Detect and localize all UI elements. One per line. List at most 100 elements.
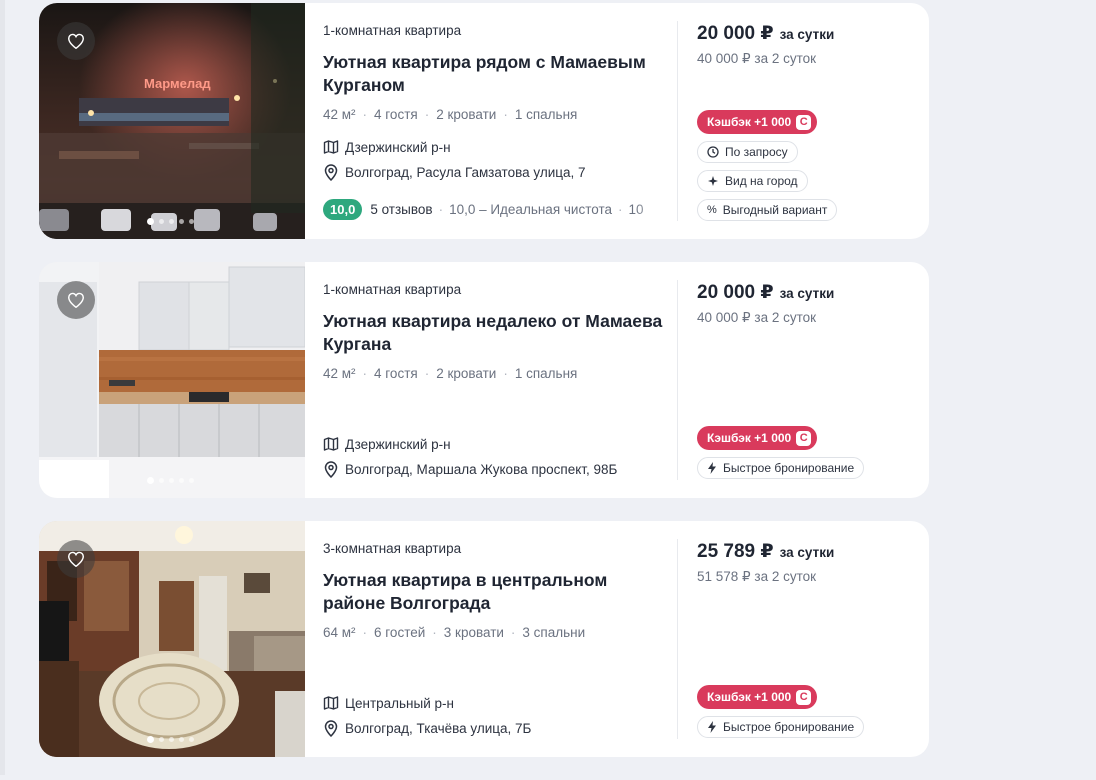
address-row: Волгоград, Маршала Жукова проспект, 98Б <box>323 461 617 478</box>
map-icon <box>323 140 339 154</box>
apartment-type: 3-комнатная квартира <box>323 541 462 556</box>
listing-photo[interactable]: Мармелад <box>39 3 305 239</box>
tag-on-request: По запросу <box>697 141 798 163</box>
pagination-dot[interactable] <box>169 737 174 742</box>
photo-sign-text: Мармелад <box>144 76 211 91</box>
price-unit: за сутки <box>779 27 835 42</box>
cashback-coin-icon: C <box>796 114 812 130</box>
separator-dot: · <box>510 625 516 640</box>
tag-label: Выгодный вариант <box>722 203 828 217</box>
photo-pagination[interactable] <box>147 218 194 225</box>
price-total: 40 000 ₽ за 2 суток <box>697 51 817 66</box>
bedrooms: 3 спальни <box>522 625 586 640</box>
left-edge-strip <box>0 0 5 775</box>
area: 42 м² <box>323 107 356 122</box>
pagination-dot[interactable] <box>179 737 184 742</box>
district-row: Центральный р-н <box>323 695 454 711</box>
address-row: Волгоград, Расула Гамзатова улица, 7 <box>323 164 585 181</box>
location-pin-icon <box>324 720 338 737</box>
listing-photo[interactable] <box>39 521 305 757</box>
pagination-dot[interactable] <box>147 218 154 225</box>
favorite-button[interactable] <box>57 540 95 578</box>
photo-pagination[interactable] <box>147 736 194 743</box>
pagination-dot[interactable] <box>169 478 174 483</box>
listing-title[interactable]: Уютная квартира рядом с Мамаевым Кургано… <box>323 51 668 97</box>
cashback-label: Кэшбэк +1 000 <box>707 431 792 445</box>
listing-card[interactable]: 3-комнатная квартира Уютная квартира в ц… <box>39 521 929 757</box>
pagination-dot[interactable] <box>189 478 194 483</box>
tag-good-deal: % Выгодный вариант <box>697 199 838 221</box>
address: Волгоград, Ткачёва улица, 7Б <box>345 721 532 736</box>
separator-dot: · <box>362 107 368 122</box>
guests: 4 гостя <box>374 107 418 122</box>
listing-info: 1-комнатная квартира Уютная квартира ряд… <box>323 3 673 239</box>
favorite-button[interactable] <box>57 22 95 60</box>
text-fade <box>633 193 673 223</box>
rating-category: 10,0 – Идеальная чистота <box>449 202 612 217</box>
price-amount: 25 789 ₽ <box>697 541 774 562</box>
tag-instant-booking: Быстрое бронирование <box>697 716 865 738</box>
map-icon <box>323 696 339 710</box>
separator-dot: · <box>438 202 444 217</box>
area: 42 м² <box>323 366 356 381</box>
beds: 3 кровати <box>443 625 504 640</box>
rating-row[interactable]: 10,0 5 отзывов · 10,0 – Идеальная чистот… <box>323 199 644 220</box>
bedrooms: 1 спальня <box>514 107 578 122</box>
beds: 2 кровати <box>436 107 497 122</box>
price-column: 25 789 ₽ за сутки 51 578 ₽ за 2 суток Кэ… <box>697 521 917 757</box>
cashback-label: Кэшбэк +1 000 <box>707 690 792 704</box>
heart-icon <box>67 33 85 49</box>
column-divider <box>677 21 678 221</box>
district-row: Дзержинский р-н <box>323 436 451 452</box>
price-unit: за сутки <box>779 286 835 301</box>
address: Волгоград, Расула Гамзатова улица, 7 <box>345 165 586 180</box>
price-column: 20 000 ₽ за сутки 40 000 ₽ за 2 суток Кэ… <box>697 3 917 239</box>
pagination-dot[interactable] <box>159 478 164 483</box>
address: Волгоград, Маршала Жукова проспект, 98Б <box>345 462 618 477</box>
pagination-dot[interactable] <box>179 478 184 483</box>
listing-card[interactable]: Мармелад 1-комнатная квартира Уютная ква… <box>39 3 929 239</box>
heart-icon <box>67 292 85 308</box>
pagination-dot[interactable] <box>159 737 164 742</box>
pagination-dot[interactable] <box>147 736 154 743</box>
cashback-coin-icon: C <box>796 689 812 705</box>
listing-title[interactable]: Уютная квартира недалеко от Мамаева Кург… <box>323 310 668 356</box>
pagination-dot[interactable] <box>189 737 194 742</box>
price-column: 20 000 ₽ за сутки 40 000 ₽ за 2 суток Кэ… <box>697 262 917 498</box>
price-total: 40 000 ₽ за 2 суток <box>697 310 817 325</box>
listing-photo[interactable] <box>39 262 305 498</box>
district: Дзержинский р-н <box>345 436 451 452</box>
apartment-type: 1-комнатная квартира <box>323 23 462 38</box>
listing-specs: 64 м² · 6 гостей · 3 кровати · 3 спальни <box>323 625 585 640</box>
cashback-coin-icon: C <box>796 430 812 446</box>
listing-title[interactable]: Уютная квартира в центральном районе Вол… <box>323 569 668 615</box>
location-pin-icon <box>324 461 338 478</box>
pagination-dot[interactable] <box>189 219 194 224</box>
district-row: Дзержинский р-н <box>323 139 451 155</box>
price-per-night: 25 789 ₽ за сутки <box>697 540 834 563</box>
pagination-dot[interactable] <box>169 219 174 224</box>
reviews-count[interactable]: 5 отзывов <box>370 202 432 217</box>
pagination-dot[interactable] <box>159 219 164 224</box>
photo-pagination[interactable] <box>147 477 194 484</box>
price-total: 51 578 ₽ за 2 суток <box>697 569 817 584</box>
tag-city-view: Вид на город <box>697 170 808 192</box>
listing-card[interactable]: 1-комнатная квартира Уютная квартира нед… <box>39 262 929 498</box>
map-icon <box>323 437 339 451</box>
sparkle-icon <box>707 175 719 187</box>
tag-label: По запросу <box>725 145 788 159</box>
separator-dot: · <box>424 366 430 381</box>
cashback-badge[interactable]: Кэшбэк +1 000 C <box>697 426 818 450</box>
cashback-badge[interactable]: Кэшбэк +1 000 C <box>697 110 818 134</box>
tag-label: Вид на город <box>725 174 798 188</box>
listing-specs: 42 м² · 4 гостя · 2 кровати · 1 спальня <box>323 366 577 381</box>
cashback-label: Кэшбэк +1 000 <box>707 115 792 129</box>
separator-dot: · <box>503 366 508 381</box>
area: 64 м² <box>323 625 356 640</box>
favorite-button[interactable] <box>57 281 95 319</box>
pagination-dot[interactable] <box>179 219 184 224</box>
apartment-type: 1-комнатная квартира <box>323 282 462 297</box>
pagination-dot[interactable] <box>147 477 154 484</box>
cashback-badge[interactable]: Кэшбэк +1 000 C <box>697 685 818 709</box>
percent-icon: % <box>707 204 717 216</box>
